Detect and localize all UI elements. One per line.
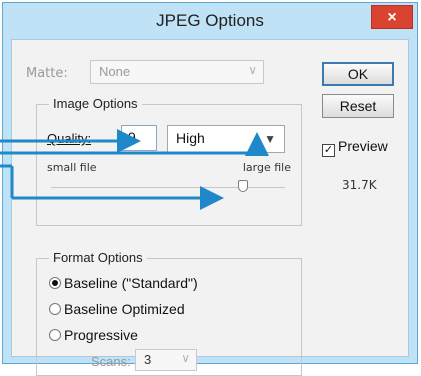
annotation-arrow-slider <box>0 164 224 210</box>
annotation-arrows <box>0 129 269 210</box>
